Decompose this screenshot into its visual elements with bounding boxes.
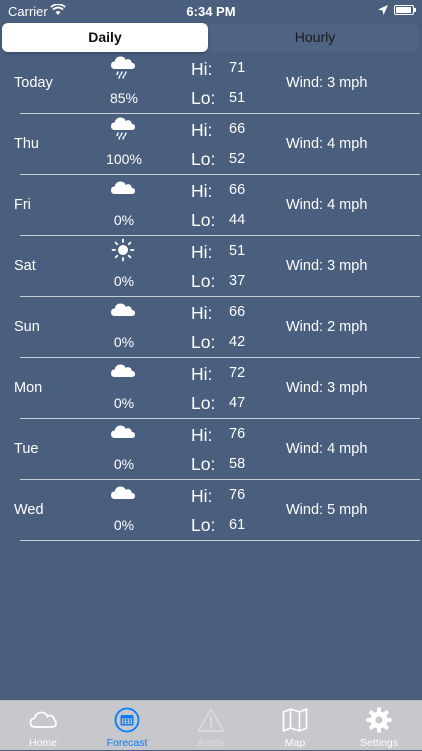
hi-label: Hi: xyxy=(191,486,213,506)
segment-daily[interactable]: Daily xyxy=(2,23,208,52)
cloud-outline-icon xyxy=(29,707,57,733)
forecast-row: Mon 0% Hi: 72 Lo: 47 Wind: 3 mph xyxy=(0,358,422,419)
hi-label: Hi: xyxy=(191,242,213,262)
status-time: 6:34 PM xyxy=(186,4,236,19)
lo-temp: 61 xyxy=(229,517,246,533)
precip-chance: 0% xyxy=(113,212,135,228)
precip-chance: 100% xyxy=(106,151,142,167)
precip-chance: 85% xyxy=(109,90,139,106)
wind-speed: Wind: 3 mph xyxy=(286,380,368,396)
day-label: Mon xyxy=(14,380,43,396)
hi-temp: 71 xyxy=(229,60,246,76)
forecast-list: Today 85% Hi: 71 Lo: 51 Wind: 3 mph Thu 100% Hi: 6… xyxy=(0,53,422,541)
warning-icon xyxy=(197,707,225,733)
lo-label: Lo: xyxy=(191,149,216,169)
map-icon xyxy=(281,707,309,733)
day-label: Sat xyxy=(14,258,36,274)
cloud-icon xyxy=(110,299,136,323)
day-label: Sun xyxy=(14,319,40,335)
lo-label: Lo: xyxy=(191,393,216,413)
gear-icon xyxy=(365,707,393,733)
segment-hourly[interactable]: Hourly xyxy=(212,23,418,52)
lo-temp: 47 xyxy=(229,395,246,411)
forecast-row: Sat 0% Hi: 51 Lo: 37 Wind: 3 mph xyxy=(0,236,422,297)
rain-cloud-icon xyxy=(110,55,136,79)
lo-label: Lo: xyxy=(191,210,216,230)
hi-temp: 72 xyxy=(229,365,246,381)
lo-temp: 42 xyxy=(229,334,246,350)
hi-temp: 66 xyxy=(229,182,246,198)
day-label: Fri xyxy=(14,197,31,213)
tab-settings[interactable]: Settings xyxy=(337,701,421,751)
tab-forecast[interactable]: Forecast xyxy=(85,701,169,751)
tab-label: Map xyxy=(284,737,306,749)
hi-label: Hi: xyxy=(191,59,213,79)
hi-temp: 51 xyxy=(229,243,246,259)
lo-label: Lo: xyxy=(191,515,216,535)
precip-chance: 0% xyxy=(113,517,135,533)
wind-speed: Wind: 5 mph xyxy=(286,502,368,518)
wind-speed: Wind: 4 mph xyxy=(286,136,368,152)
lo-temp: 58 xyxy=(229,456,246,472)
cloud-icon xyxy=(110,421,136,445)
hi-label: Hi: xyxy=(191,181,213,201)
forecast-row: Today 85% Hi: 71 Lo: 51 Wind: 3 mph xyxy=(0,53,422,114)
status-bar: Carrier 6:34 PM xyxy=(0,0,422,22)
tab-label: Alerts xyxy=(197,737,225,749)
cloud-icon xyxy=(110,482,136,506)
hi-temp: 66 xyxy=(229,121,246,137)
wind-speed: Wind: 4 mph xyxy=(286,197,368,213)
wind-speed: Wind: 4 mph xyxy=(286,441,368,457)
tab-map[interactable]: Map xyxy=(253,701,337,751)
battery-icon xyxy=(394,5,416,15)
hi-temp: 66 xyxy=(229,304,246,320)
lo-label: Lo: xyxy=(191,271,216,291)
wind-speed: Wind: 3 mph xyxy=(286,75,368,91)
cloud-icon xyxy=(110,360,136,384)
lo-label: Lo: xyxy=(191,88,216,108)
lo-temp: 51 xyxy=(229,90,246,106)
lo-label: Lo: xyxy=(191,332,216,352)
cloud-icon xyxy=(110,177,136,201)
precip-chance: 0% xyxy=(113,456,135,472)
precip-chance: 0% xyxy=(113,273,135,289)
wind-speed: Wind: 2 mph xyxy=(286,319,368,335)
hi-label: Hi: xyxy=(191,303,213,323)
hi-label: Hi: xyxy=(191,364,213,384)
forecast-row: Tue 0% Hi: 76 Lo: 58 Wind: 4 mph xyxy=(0,419,422,480)
lo-label: Lo: xyxy=(191,454,216,474)
tab-bar: Home Forecast Alerts Map Settings xyxy=(0,700,422,750)
wind-speed: Wind: 3 mph xyxy=(286,258,368,274)
tab-label: Home xyxy=(28,737,57,749)
forecast-row: Thu 100% Hi: 66 Lo: 52 Wind: 4 mph xyxy=(0,114,422,175)
forecast-row: Fri 0% Hi: 66 Lo: 44 Wind: 4 mph xyxy=(0,175,422,236)
daily-hourly-segmented-control: Daily Hourly xyxy=(2,23,418,52)
hi-label: Hi: xyxy=(191,120,213,140)
tab-label: Settings xyxy=(360,737,398,749)
day-label: Wed xyxy=(14,502,44,518)
forecast-row: Sun 0% Hi: 66 Lo: 42 Wind: 2 mph xyxy=(0,297,422,358)
tab-label: Forecast xyxy=(106,737,148,749)
tab-alerts[interactable]: Alerts xyxy=(169,701,253,751)
lo-temp: 44 xyxy=(229,212,246,228)
lo-temp: 52 xyxy=(229,151,246,167)
rain-cloud-icon xyxy=(110,116,136,140)
sun-icon xyxy=(110,238,136,262)
day-label: Tue xyxy=(14,441,39,457)
precip-chance: 0% xyxy=(113,334,135,350)
precip-chance: 0% xyxy=(113,395,135,411)
row-divider xyxy=(20,540,420,541)
tab-home[interactable]: Home xyxy=(1,701,85,751)
calendar-icon xyxy=(113,707,141,733)
lo-temp: 37 xyxy=(229,273,246,289)
location-arrow-icon xyxy=(378,5,388,15)
hi-temp: 76 xyxy=(229,487,246,503)
forecast-row: Wed 0% Hi: 76 Lo: 61 Wind: 5 mph xyxy=(0,480,422,541)
day-label: Today xyxy=(14,75,53,91)
day-label: Thu xyxy=(14,136,39,152)
hi-temp: 76 xyxy=(229,426,246,442)
hi-label: Hi: xyxy=(191,425,213,445)
